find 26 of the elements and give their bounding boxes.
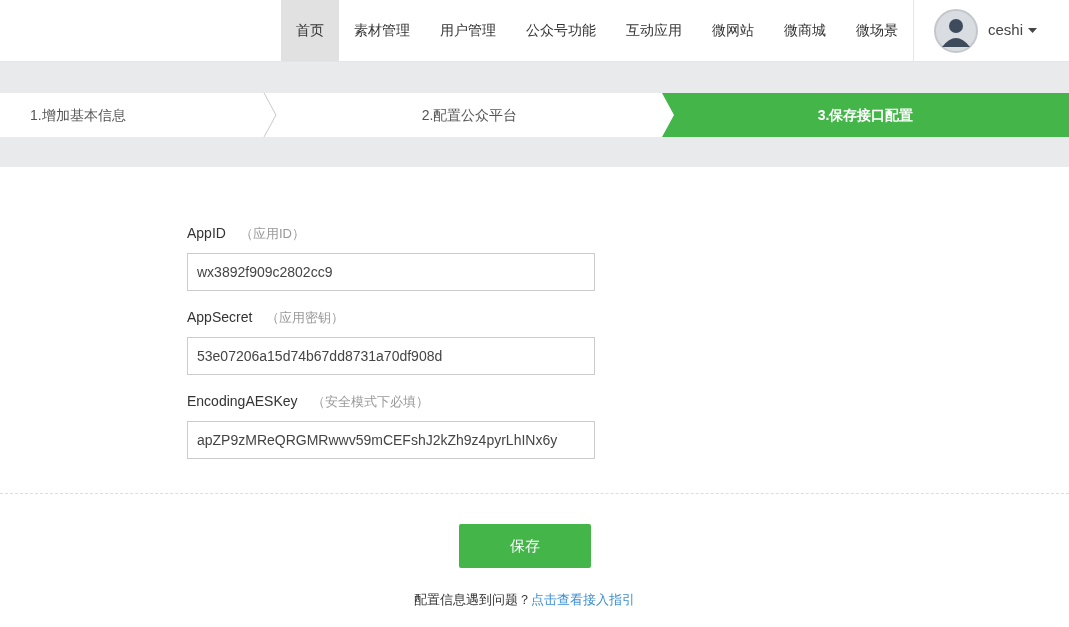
field-hint: （应用密钥） [266, 308, 345, 327]
nav-tab[interactable]: 公众号功能 [510, 0, 611, 61]
nav-tab[interactable]: 首页 [280, 0, 339, 61]
avatar-icon[interactable] [933, 8, 978, 53]
nav-tab[interactable]: 互动应用 [610, 0, 697, 61]
field-hint: （安全模式下必填） [311, 392, 429, 411]
field-label: AppID [187, 224, 226, 243]
nav-tab[interactable]: 素材管理 [338, 0, 425, 61]
input-field[interactable]: 53e07206a15d74b67dd8731a70df908d [187, 337, 595, 375]
nav-tab[interactable]: 用户管理 [424, 0, 511, 61]
input-field[interactable]: apZP9zMReQRGMRwwv59mCEFshJ2kZh9z4pyrLhINx6y [187, 421, 595, 459]
step-label: 3.保存接口配置 [662, 93, 1069, 137]
field-label: AppSecret [187, 308, 253, 327]
user-menu[interactable]: ceshi [987, 19, 1037, 42]
help-text: 配置信息遇到问题？ [414, 591, 531, 609]
input-field[interactable]: wx3892f909c2802cc9 [187, 253, 595, 291]
guide-link[interactable]: 点击查看接入指引 [531, 590, 635, 610]
caret-icon [1028, 28, 1037, 33]
field-hint: （应用ID） [239, 224, 305, 243]
nav-tab[interactable]: 微商城 [768, 0, 841, 61]
nav-tab[interactable]: 微场景 [840, 0, 913, 61]
chevron-icon [263, 93, 277, 137]
step-label: 2.配置公众平台 [420, 105, 519, 125]
field-label: EncodingAESKey [187, 392, 298, 411]
step-label: 1.增加基本信息 [29, 105, 127, 125]
nav-tab[interactable]: 微网站 [696, 0, 769, 61]
